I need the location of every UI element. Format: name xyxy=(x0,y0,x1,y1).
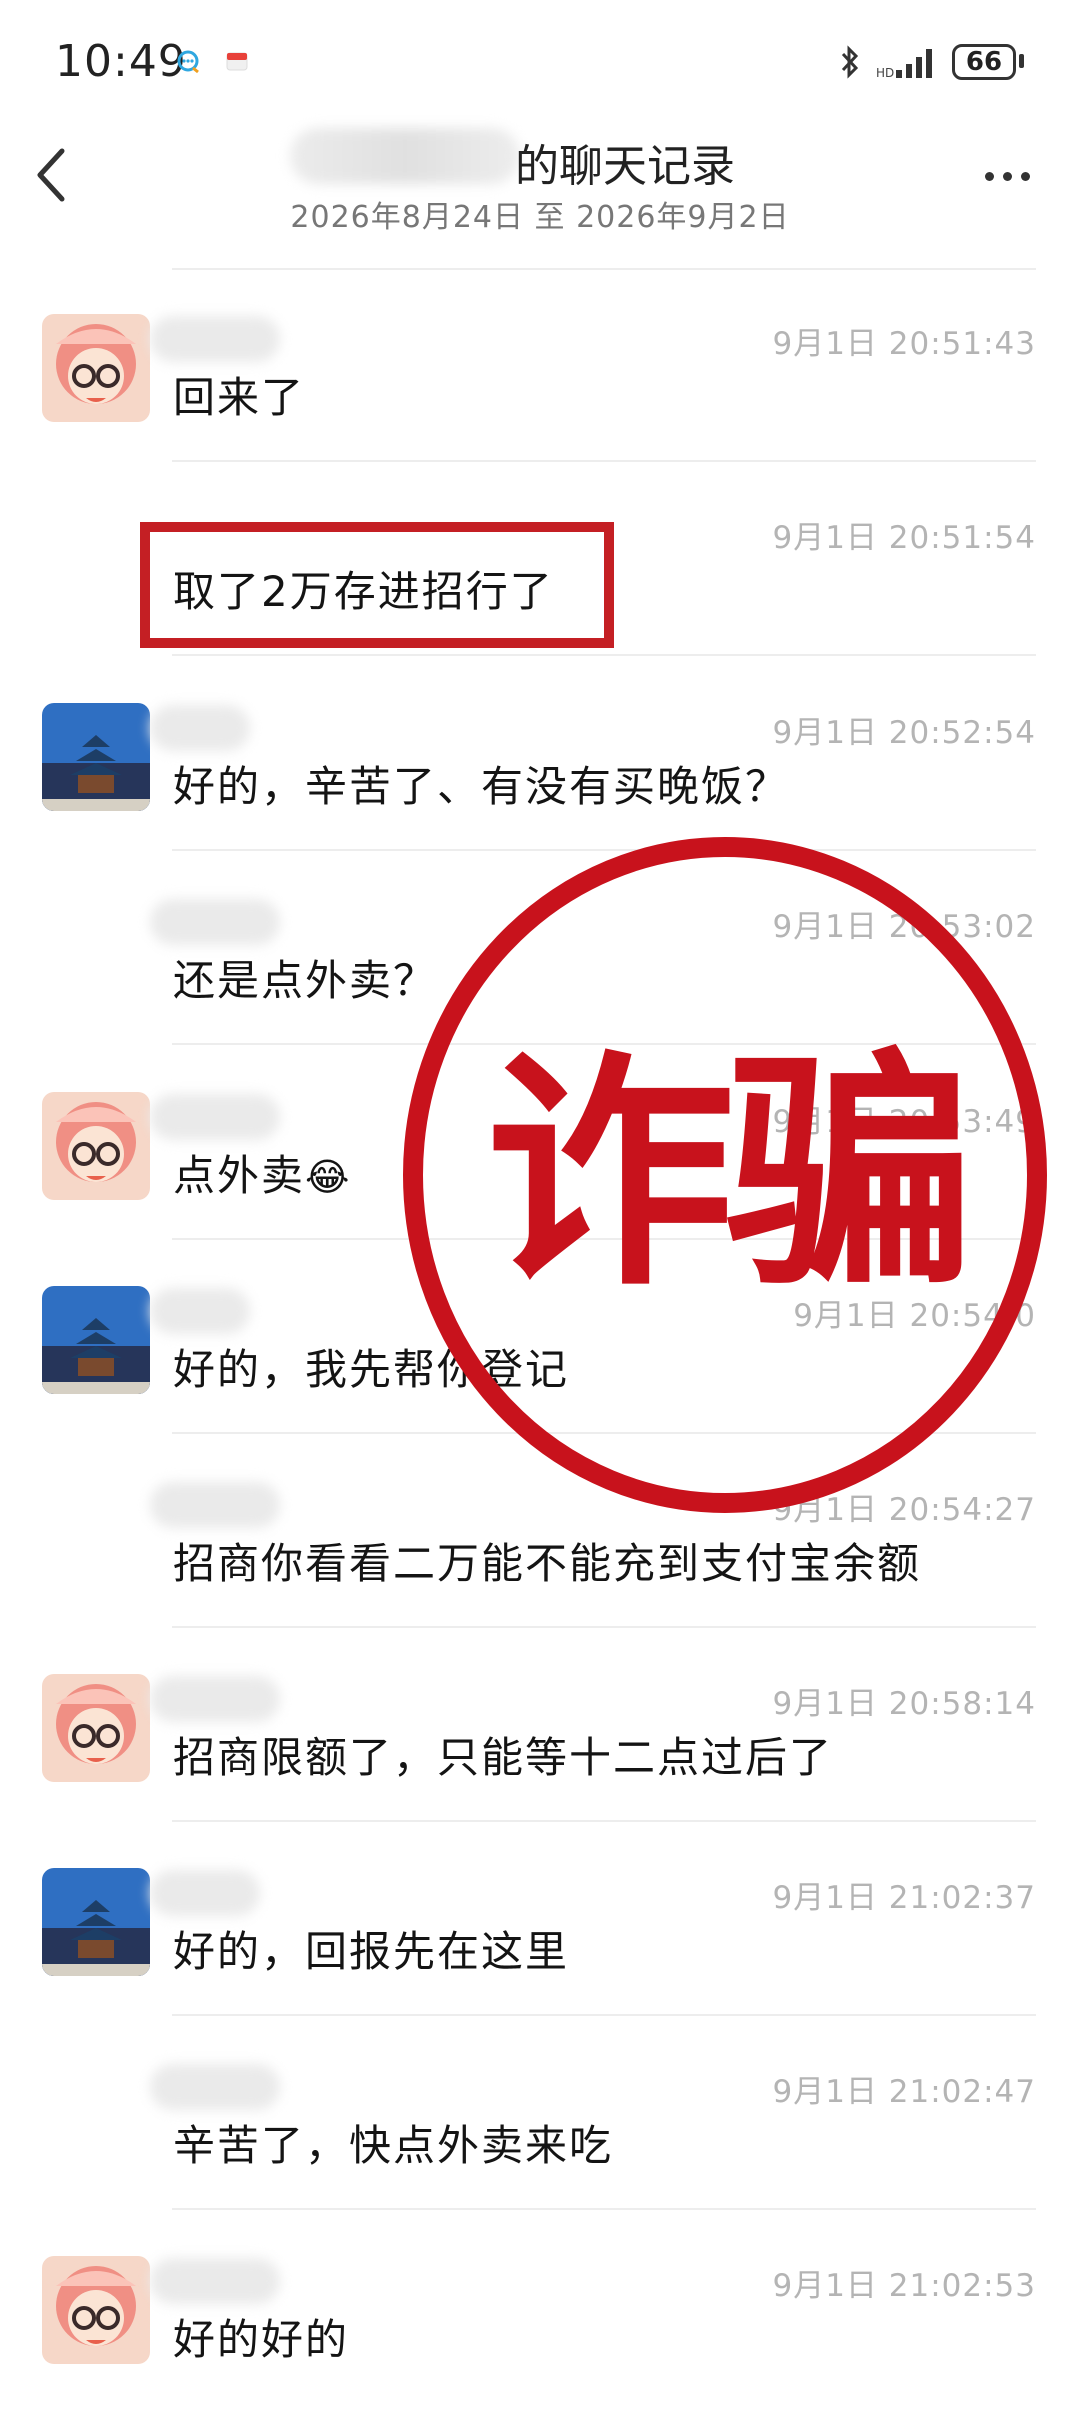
chat-notification-icon xyxy=(177,50,199,74)
sender-name-redacted xyxy=(150,1094,280,1140)
message-text: 回来了 xyxy=(173,373,306,422)
divider xyxy=(172,2208,1036,2210)
message-text: 好的好的 xyxy=(173,2315,350,2364)
divider xyxy=(172,1626,1036,1628)
message-text: 好的，回报先在这里 xyxy=(173,1927,570,1976)
female-avatar[interactable] xyxy=(42,314,150,422)
message-text: 还是点外卖？ xyxy=(173,956,438,1005)
sender-name-redacted xyxy=(150,705,250,751)
message-time: 9月1日 20:52:54 xyxy=(772,715,1036,751)
divider xyxy=(172,460,1036,462)
contact-name-redacted xyxy=(290,128,520,184)
sender-name-redacted xyxy=(150,1870,260,1916)
message-time: 9月1日 20:51:43 xyxy=(772,326,1036,362)
battery-tip xyxy=(1019,54,1024,68)
message-text: 辛苦了，快点外卖来吃 xyxy=(173,2121,614,2170)
divider xyxy=(172,1432,1036,1434)
divider xyxy=(172,268,1036,270)
message-text: 招商限额了，只能等十二点过后了 xyxy=(173,1733,834,1782)
temple-avatar[interactable] xyxy=(42,1868,150,1976)
message-time: 9月1日 20:54:0 xyxy=(793,1298,1036,1334)
svg-text:HD: HD xyxy=(876,66,894,80)
divider xyxy=(172,1043,1036,1045)
battery-icon: 66 xyxy=(952,44,1016,80)
bluetooth-icon xyxy=(841,45,859,79)
female-avatar[interactable] xyxy=(42,2256,150,2364)
message-text: 点外卖😂 xyxy=(173,1142,351,1203)
divider xyxy=(172,654,1036,656)
more-dots-icon[interactable] xyxy=(985,172,1030,181)
status-bar: 10:49 HD 66 xyxy=(0,0,1080,120)
laughing-emoji-icon: 😂 xyxy=(305,1155,352,1199)
divider xyxy=(172,1820,1036,1822)
female-avatar[interactable] xyxy=(42,1092,150,1200)
message-time: 9月1日 21:02:37 xyxy=(772,1880,1036,1916)
highlight-box xyxy=(140,522,614,648)
app-notification-icon xyxy=(226,52,248,71)
message-text-content: 点外卖 xyxy=(173,1151,306,1200)
chat-history-header: 的聊天记录 2026年8月24日 至 2026年9月2日 xyxy=(0,120,1080,270)
temple-avatar[interactable] xyxy=(42,1286,150,1394)
divider xyxy=(172,849,1036,851)
message-time: 9月1日 20:51:54 xyxy=(772,520,1036,556)
message-time: 9月1日 20:53:02 xyxy=(772,909,1036,945)
sender-name-redacted xyxy=(150,1482,280,1528)
message-time: 9月1日 20:53:49 xyxy=(772,1104,1036,1140)
message-text: 招商你看看二万能不能充到支付宝余额 xyxy=(173,1539,922,1588)
sender-name-redacted xyxy=(150,1676,280,1722)
message-time: 9月1日 20:54:27 xyxy=(772,1492,1036,1528)
divider xyxy=(172,1238,1036,1240)
signal-icon: HD xyxy=(876,49,932,80)
date-range: 2026年8月24日 至 2026年9月2日 xyxy=(290,200,790,235)
message-time: 9月1日 20:58:14 xyxy=(772,1686,1036,1722)
sender-name-redacted xyxy=(150,2258,280,2304)
sender-name-redacted xyxy=(150,1288,250,1334)
chat-message[interactable]: 9月1日 21:02:53 好的好的 xyxy=(0,2238,1080,2432)
sender-name-redacted xyxy=(150,2064,280,2110)
message-text: 好的，辛苦了、有没有买晚饭？ xyxy=(173,762,790,811)
sender-name-redacted xyxy=(150,316,280,362)
message-text: 好的，我先帮你登记 xyxy=(173,1345,570,1394)
temple-avatar[interactable] xyxy=(42,703,150,811)
sender-name-redacted xyxy=(150,899,280,945)
message-time: 9月1日 21:02:47 xyxy=(772,2074,1036,2110)
divider xyxy=(172,2014,1036,2016)
message-time: 9月1日 21:02:53 xyxy=(772,2268,1036,2304)
status-time: 10:49 xyxy=(55,36,187,87)
female-avatar[interactable] xyxy=(42,1674,150,1782)
page-title: 的聊天记录 xyxy=(515,141,735,192)
